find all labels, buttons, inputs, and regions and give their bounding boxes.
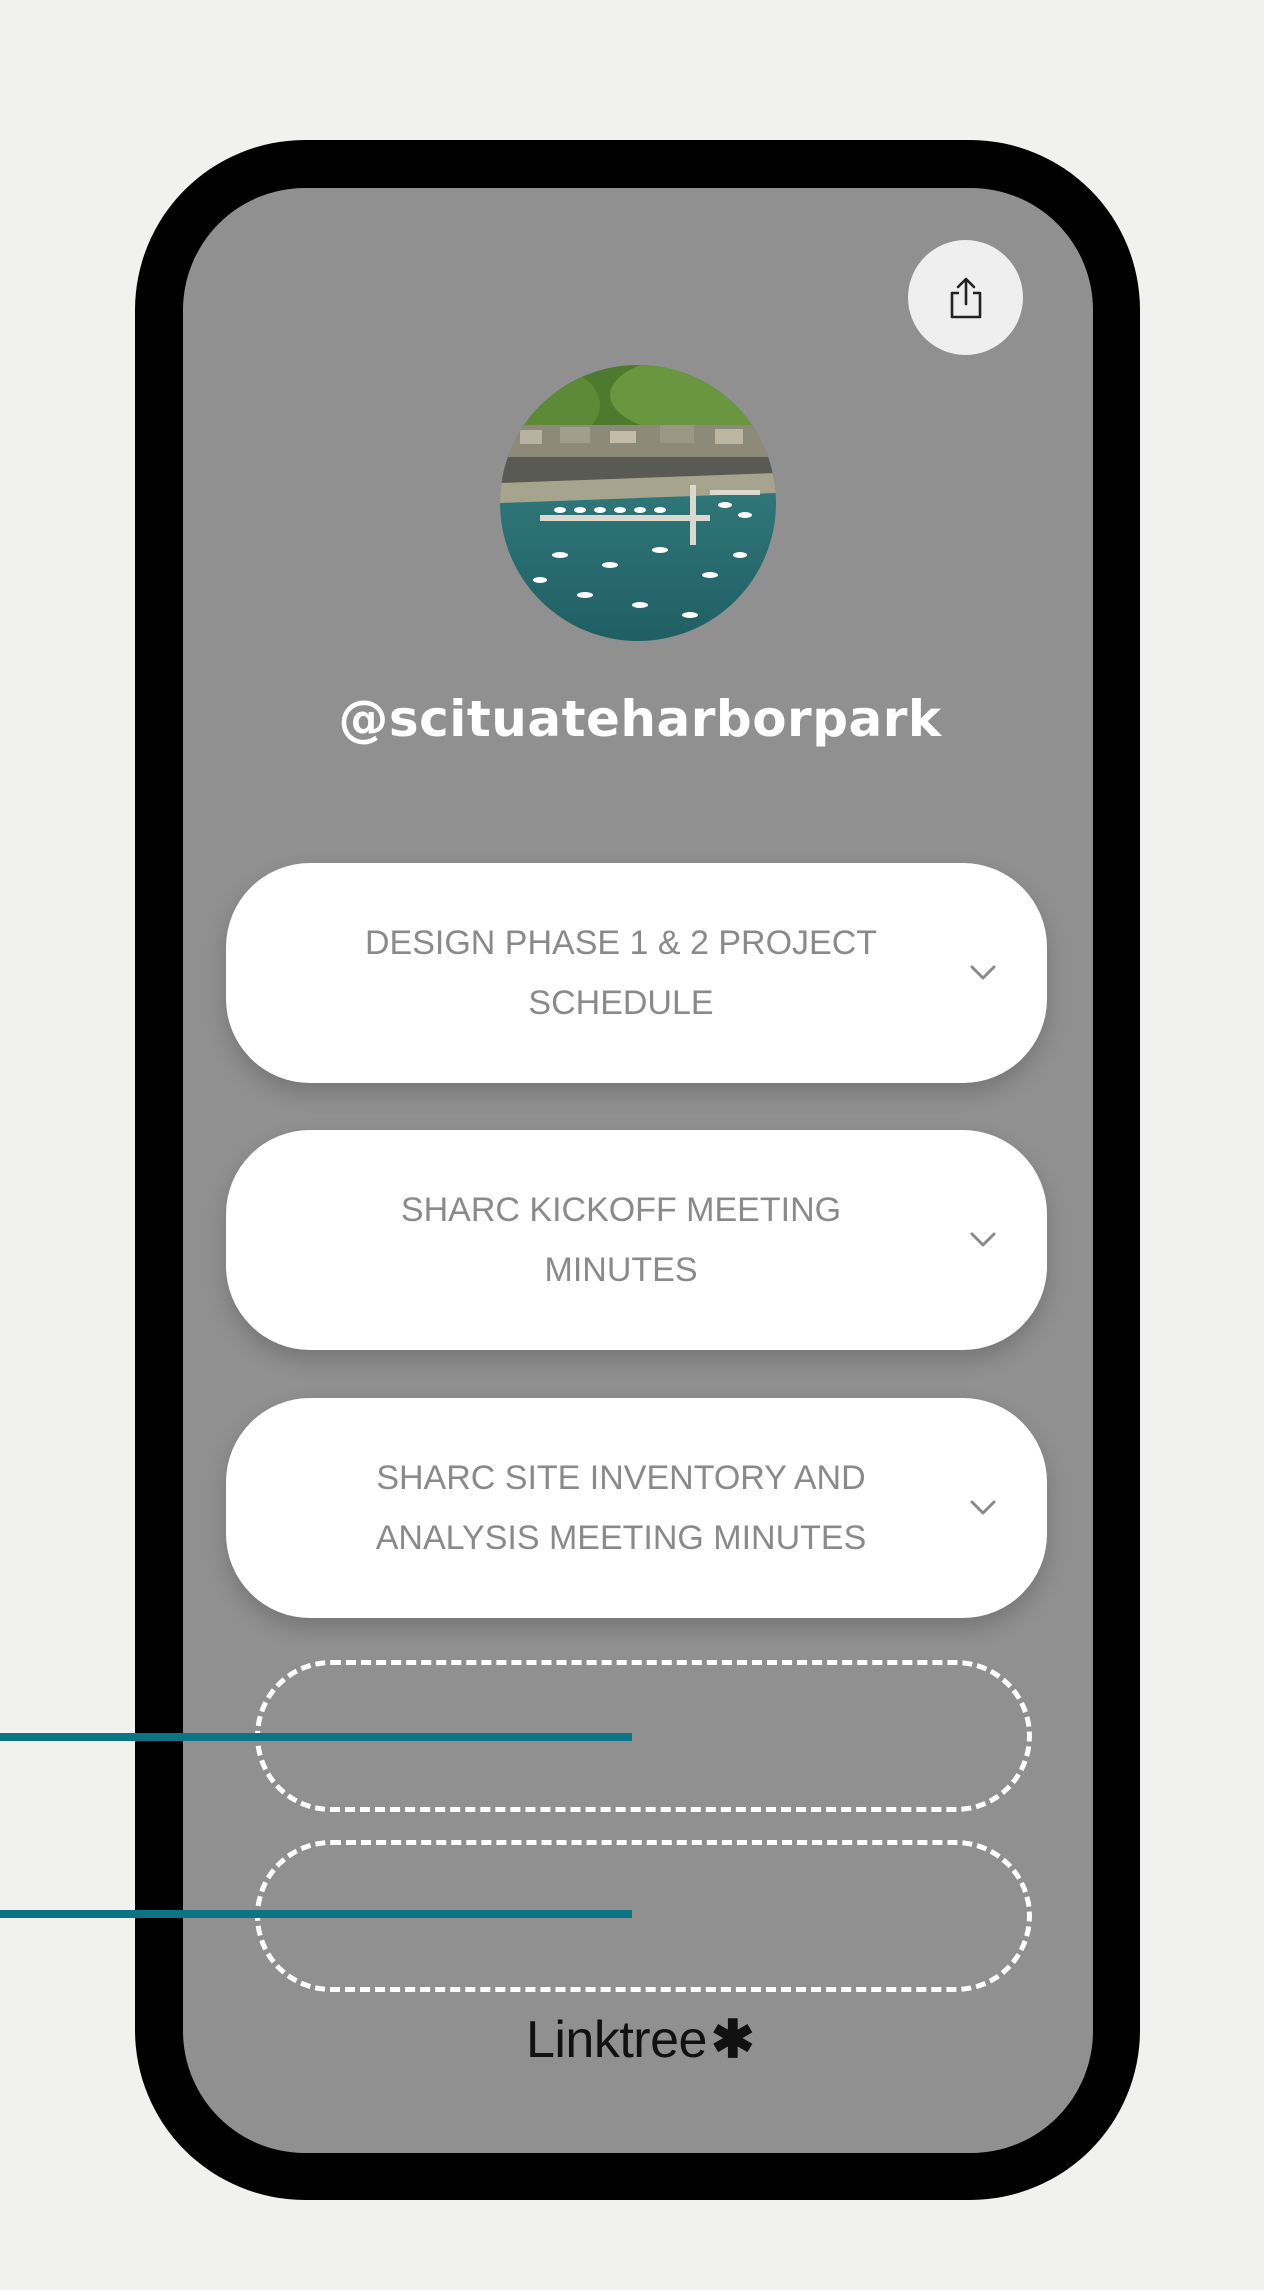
link-button-site-inventory-minutes[interactable]: SHARC SITE INVENTORY AND ANALYSIS MEETIN… <box>226 1398 1047 1618</box>
linktree-wordmark: Linktree <box>525 2011 708 2069</box>
link-button-project-schedule[interactable]: DESIGN PHASE 1 & 2 PROJECT SCHEDULE <box>226 863 1047 1083</box>
share-icon <box>950 277 981 318</box>
link-label: SHARC SITE INVENTORY AND ANALYSIS MEETIN… <box>375 1459 867 1557</box>
link-label: DESIGN PHASE 1 & 2 PROJECT SCHEDULE <box>364 924 878 1022</box>
profile-username: @scituateharborpark <box>338 690 942 748</box>
linktree-asterisk-icon: ✱ <box>710 2011 755 2069</box>
linktree-logo[interactable]: Linktree ✱ <box>490 2005 790 2075</box>
chevron-down-icon[interactable] <box>969 964 997 982</box>
harbor-photo-avatar <box>500 365 776 641</box>
link-label: SHARC KICKOFF MEETING MINUTES <box>400 1191 842 1289</box>
callout-line-1 <box>0 1733 632 1741</box>
link-button-kickoff-minutes[interactable]: SHARC KICKOFF MEETING MINUTES <box>226 1130 1047 1350</box>
chevron-down-icon[interactable] <box>969 1231 997 1249</box>
chevron-down-icon[interactable] <box>969 1499 997 1517</box>
profile-avatar <box>500 365 776 641</box>
share-button[interactable] <box>908 240 1023 355</box>
callout-line-2 <box>0 1910 632 1918</box>
